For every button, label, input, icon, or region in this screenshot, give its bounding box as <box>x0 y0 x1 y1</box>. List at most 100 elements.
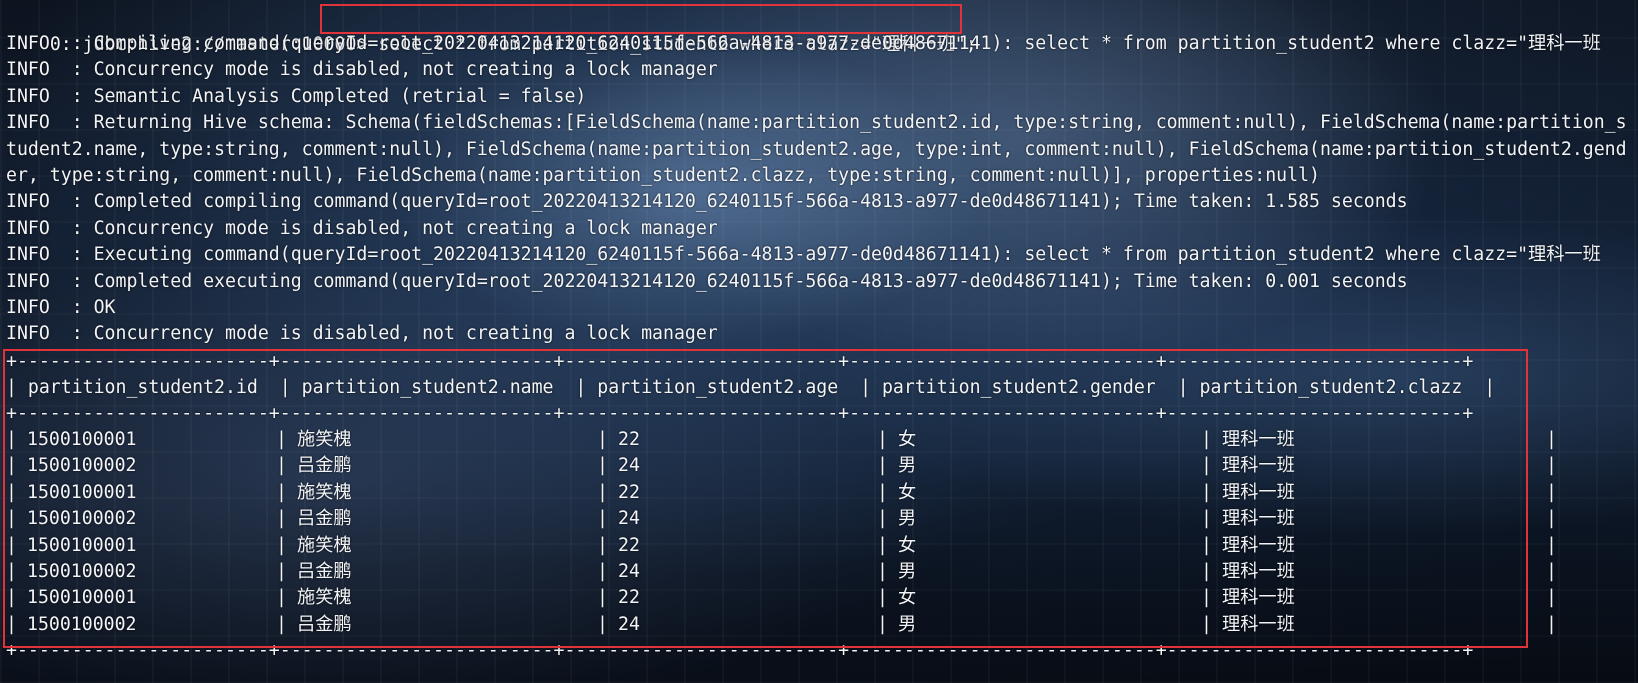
log-line: tudent2.name, type:string, comment:null)… <box>6 138 1627 160</box>
table-cell: 1500100001 <box>27 481 137 503</box>
table-cell: 理科一班 <box>1222 561 1295 582</box>
column-separator: | <box>276 455 287 477</box>
table-cell: 女 <box>898 534 917 556</box>
column-separator: | <box>1546 481 1557 503</box>
column-separator: | <box>1201 587 1212 609</box>
table-cell: 24 <box>618 455 640 477</box>
column-separator: | <box>597 534 608 556</box>
column-separator: | <box>597 481 608 503</box>
log-line: INFO : Concurrency mode is disabled, not… <box>6 217 718 239</box>
column-separator: | <box>6 613 17 635</box>
table-cell: 22 <box>618 481 640 503</box>
column-separator: | <box>877 455 888 477</box>
column-separator: | <box>6 534 17 556</box>
column-separator: | <box>1546 561 1557 582</box>
log-line: er, type:string, comment:null), FieldSch… <box>6 165 1320 186</box>
table-cell: 男 <box>898 455 917 477</box>
table-cell: 女 <box>898 429 917 450</box>
column-separator: | <box>276 481 287 503</box>
column-separator: | <box>1546 508 1557 530</box>
column-separator: | <box>877 613 888 635</box>
table-cell: 女 <box>898 587 917 609</box>
table-cell: 理科一班 <box>1222 508 1295 530</box>
column-separator: | <box>1201 508 1212 530</box>
column-separator: | <box>597 561 608 582</box>
log-line: INFO : Concurrency mode is disabled, not… <box>6 59 718 81</box>
table-cell: 理科一班 <box>1222 429 1295 450</box>
table-cell: 22 <box>618 429 640 450</box>
log-line: INFO : Executing command(queryId=root_20… <box>6 244 1601 266</box>
column-separator: | <box>597 455 608 477</box>
table-cell: 24 <box>618 613 640 635</box>
table-cell: 理科一班 <box>1222 534 1295 556</box>
table-cell: 理科一班 <box>1222 587 1295 609</box>
column-separator: | <box>877 429 888 450</box>
column-separator: | <box>597 429 608 450</box>
column-separator: | <box>1546 455 1557 477</box>
table-cell: 施笑槐 <box>297 481 352 503</box>
log-line: INFO : Returning Hive schema: Schema(fie… <box>6 112 1627 134</box>
column-separator: | <box>6 481 17 503</box>
log-line: INFO : Compiling command(queryId=root_20… <box>6 33 1601 54</box>
column-separator: | <box>276 613 287 635</box>
table-cell: 22 <box>618 587 640 609</box>
column-separator: | <box>597 508 608 530</box>
table-cell: 1500100002 <box>27 455 137 477</box>
column-separator: | <box>1201 455 1212 477</box>
column-separator: | <box>6 429 17 450</box>
column-separator: | <box>6 561 17 582</box>
table-cell: 男 <box>898 613 917 635</box>
table-cell: 施笑槐 <box>297 429 352 450</box>
table-cell: 吕金鹏 <box>297 561 352 582</box>
table-cell: 24 <box>618 561 640 582</box>
table-cell: 1500100002 <box>27 508 137 530</box>
table-header-row: | partition_student2.id | partition_stud… <box>6 377 1496 398</box>
table-cell: 理科一班 <box>1222 481 1295 503</box>
table-cell: 理科一班 <box>1222 613 1295 635</box>
column-separator: | <box>877 508 888 530</box>
column-separator: | <box>1201 534 1212 556</box>
table-border-mid: +-----------------------+---------------… <box>6 403 1474 424</box>
table-cell: 1500100002 <box>27 561 137 582</box>
column-separator: | <box>1201 481 1212 503</box>
column-separator: | <box>6 455 17 477</box>
column-separator: | <box>1546 587 1557 609</box>
log-line: INFO : Completed compiling command(query… <box>6 191 1408 213</box>
table-cell: 女 <box>898 481 917 503</box>
column-separator: | <box>1546 534 1557 556</box>
column-separator: | <box>276 429 287 450</box>
log-line: INFO : Semantic Analysis Completed (retr… <box>6 85 587 107</box>
column-separator: | <box>597 613 608 635</box>
table-cell: 1500100001 <box>27 534 137 556</box>
log-line: INFO : Concurrency mode is disabled, not… <box>6 323 718 345</box>
table-border-top: +-----------------------+---------------… <box>6 351 1474 372</box>
table-cell: 1500100002 <box>27 613 137 635</box>
log-line: INFO : OK <box>6 297 116 318</box>
prompt-line: 0: jdbc:hive2://master:10000> select * f… <box>6 4 977 55</box>
table-cell: 24 <box>618 508 640 530</box>
column-separator: | <box>276 587 287 609</box>
table-cell: 施笑槐 <box>297 587 352 609</box>
terminal-output[interactable]: 0: jdbc:hive2://master:10000> select * f… <box>0 0 1638 683</box>
table-cell: 吕金鹏 <box>297 613 352 635</box>
table-cell: 吕金鹏 <box>297 455 352 477</box>
column-separator: | <box>597 587 608 609</box>
table-cell: 1500100001 <box>27 429 137 450</box>
column-separator: | <box>6 508 17 530</box>
table-cell: 男 <box>898 561 917 582</box>
table-cell: 22 <box>618 534 640 556</box>
table-border-bottom: +-----------------------+---------------… <box>6 640 1474 662</box>
column-separator: | <box>1546 613 1557 635</box>
column-separator: | <box>1546 429 1557 450</box>
column-separator: | <box>276 561 287 582</box>
column-separator: | <box>877 481 888 503</box>
table-cell: 理科一班 <box>1222 455 1295 477</box>
column-separator: | <box>877 561 888 582</box>
column-separator: | <box>276 534 287 556</box>
column-separator: | <box>1201 613 1212 635</box>
column-separator: | <box>1201 429 1212 450</box>
table-cell: 施笑槐 <box>297 534 352 556</box>
column-separator: | <box>1201 561 1212 582</box>
log-line: INFO : Completed executing command(query… <box>6 270 1408 292</box>
column-separator: | <box>877 534 888 556</box>
